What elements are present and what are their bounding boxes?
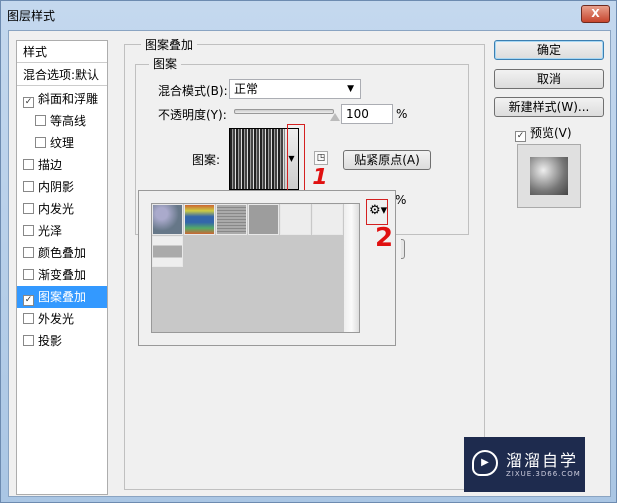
layer-style-dialog: 图层样式 X 样式 混合选项:默认 ✓ 斜面和浮雕等高线纹理描边内阴影内发光光泽颜… [0,0,617,503]
opacity-label: 不透明度(Y): [158,108,227,122]
checkbox-icon[interactable] [35,137,46,148]
style-item[interactable]: 外发光 [17,308,107,330]
style-item[interactable]: 颜色叠加 [17,242,107,264]
style-item[interactable]: 内阴影 [17,176,107,198]
play-logo-icon: ▶ [472,450,498,476]
opacity-slider-thumb[interactable] [330,113,340,121]
watermark-name: 溜溜自学 [506,451,579,470]
blend-mode-label: 混合模式(B): [158,84,228,98]
pattern-picker-popup: ⚙▾ 2 [138,190,396,346]
style-item[interactable]: 等高线 [17,110,107,132]
style-item-label: 内发光 [38,202,75,216]
pattern-bubbles[interactable] [152,204,183,235]
new-style-button[interactable]: 新建样式(W)... [494,97,604,117]
annotation-2: 2 [375,223,394,253]
checkbox-icon[interactable] [23,247,34,258]
checkbox-icon[interactable]: ✓ [23,295,34,306]
style-item[interactable]: ✓ 斜面和浮雕 [17,88,107,110]
style-item-label: 外发光 [38,312,75,326]
style-item[interactable]: 描边 [17,154,107,176]
checkbox-icon[interactable] [23,335,34,346]
new-preset-icon[interactable]: ◳ [314,151,328,165]
checkbox-icon: ✓ [515,131,526,142]
style-item-label: 斜面和浮雕 [38,92,99,106]
preview-image [530,157,568,195]
style-item[interactable]: 内发光 [17,198,107,220]
annotation-box-2 [366,199,388,225]
snap-to-origin-button[interactable]: 贴紧原点(A) [343,150,431,170]
checkbox-icon[interactable] [35,115,46,126]
pattern-grid [151,203,360,333]
opacity-input[interactable]: 100 [341,104,393,124]
pattern-gradient[interactable] [152,236,183,267]
annotation-box-1 [287,124,305,192]
style-item[interactable]: 渐变叠加 [17,264,107,286]
opacity-unit: % [396,107,408,121]
subgroup-title: 图案 [149,55,182,72]
style-item-label: 描边 [38,158,63,172]
checkbox-icon[interactable] [23,203,34,214]
style-item[interactable]: 光泽 [17,220,107,242]
style-item-label: 投影 [38,334,63,348]
window-title: 图层样式 [7,9,56,23]
cancel-button[interactable]: 取消 [494,69,604,89]
style-item[interactable]: 纹理 [17,132,107,154]
ok-button[interactable]: 确定 [494,40,604,60]
scale-unit: % [395,193,407,207]
chevron-down-icon: ▼ [347,84,354,94]
checkbox-icon[interactable] [23,225,34,236]
dialog-client: 样式 混合选项:默认 ✓ 斜面和浮雕等高线纹理描边内阴影内发光光泽颜色叠加渐变叠加… [8,30,611,497]
pattern-light-1[interactable] [280,204,311,235]
blend-options-item[interactable]: 混合选项:默认 [17,64,107,86]
style-item-label: 内阴影 [38,180,75,194]
checkbox-icon[interactable]: ✓ [23,97,34,108]
style-item-label: 等高线 [50,114,87,128]
style-item-label: 颜色叠加 [38,246,87,260]
style-item-label: 光泽 [38,224,63,238]
pattern-tie-dye[interactable] [184,204,215,235]
style-item[interactable]: 投影 [17,330,107,352]
pattern-texture[interactable] [216,204,247,235]
styles-list: 样式 混合选项:默认 ✓ 斜面和浮雕等高线纹理描边内阴影内发光光泽颜色叠加渐变叠加… [16,40,108,495]
pattern-label: 图案: [192,153,221,167]
preview-checkbox[interactable]: ✓ 预览(V) [515,124,572,142]
checkbox-icon[interactable] [23,159,34,170]
style-item-label: 图案叠加 [38,290,87,304]
styles-header[interactable]: 样式 [17,41,107,63]
blend-mode-value: 正常 [234,82,259,96]
style-item-label: 纹理 [50,136,75,150]
group-title: 图案叠加 [141,36,198,53]
watermark-url: ZIXUE.3D66.COM [506,470,581,478]
checkbox-icon[interactable] [23,313,34,324]
hidden-button-edge [401,239,405,259]
blend-mode-select[interactable]: 正常 ▼ [229,79,361,99]
checkbox-icon[interactable] [23,269,34,280]
preview-label: 预览(V) [530,126,572,140]
style-item-label: 渐变叠加 [38,268,87,282]
style-item[interactable]: ✓ 图案叠加 [17,286,107,308]
close-button[interactable]: X [581,5,610,23]
opacity-slider[interactable] [234,109,340,121]
checkbox-icon[interactable] [23,181,34,192]
scrollbar[interactable] [344,204,359,332]
pattern-gray[interactable] [248,204,279,235]
watermark: ▶ 溜溜自学 ZIXUE.3D66.COM [464,437,585,492]
preview-thumbnail [517,144,581,208]
pattern-light-2[interactable] [312,204,343,235]
